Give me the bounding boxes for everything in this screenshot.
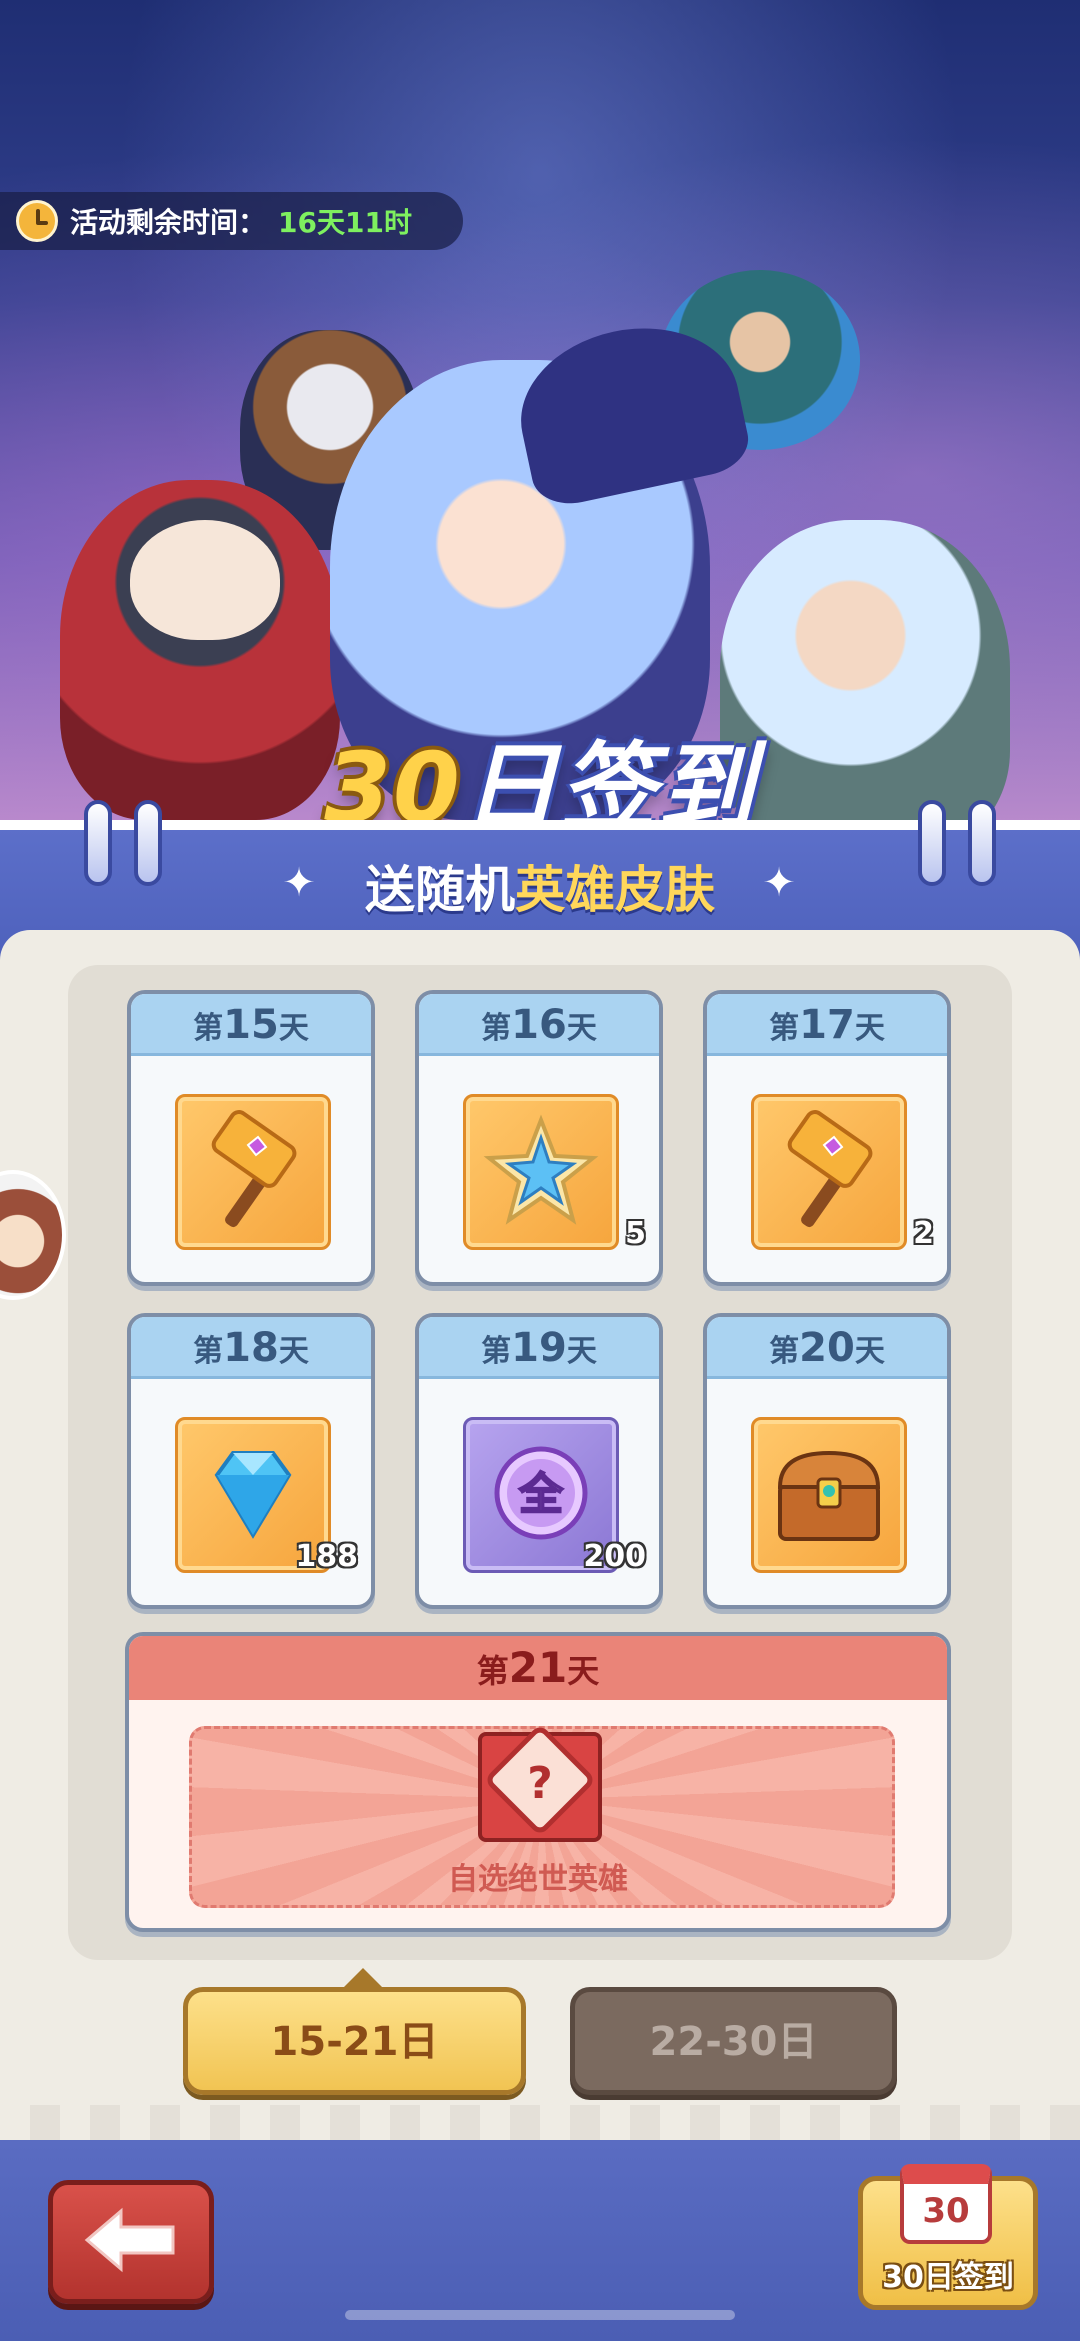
timer-value: 16天11时 xyxy=(278,206,412,239)
reward-item xyxy=(175,1094,331,1250)
reward-card-day-17[interactable]: 第17天 2 xyxy=(703,990,951,1286)
reward-card-day-15[interactable]: 第15天 xyxy=(127,990,375,1286)
panel-bottom-edge xyxy=(0,2105,1080,2145)
day-header: 第16天 xyxy=(419,994,659,1056)
timer-label: 活动剩余时间： xyxy=(70,206,267,239)
treasure-chest-icon xyxy=(754,1420,904,1570)
reward-card-day-18[interactable]: 第18天 188 xyxy=(127,1313,375,1609)
reward-count: 5 xyxy=(625,1216,646,1251)
orb-character: 全 xyxy=(518,1469,564,1520)
day21-reward-label: 自选绝世英雄 xyxy=(448,1862,628,1897)
reward-item: 2 xyxy=(751,1094,934,1251)
reward-item: 全 200 xyxy=(463,1417,646,1574)
day-header: 第19天 xyxy=(419,1317,659,1379)
reward-card-day-19[interactable]: 第19天 全 200 xyxy=(415,1313,663,1609)
subtitle-highlight: 英雄皮肤 xyxy=(515,861,715,919)
daily-signin-label: 30日签到 xyxy=(882,2260,1014,2295)
arrow-left-icon xyxy=(81,2205,181,2279)
reward-count: 188 xyxy=(295,1539,358,1574)
subtitle-text: 送随机英雄皮肤 xyxy=(0,850,1080,922)
hammer-icon xyxy=(754,1097,904,1247)
question-mark-icon: ? xyxy=(527,1758,553,1809)
reward-item: 5 xyxy=(463,1094,646,1251)
day-header: 第18天 xyxy=(131,1317,371,1379)
day-header: 第15天 xyxy=(131,994,371,1056)
reward-card-day-16[interactable]: 第16天 5 xyxy=(415,990,663,1286)
day-header: 第20天 xyxy=(707,1317,947,1379)
sparkle-icon: ✦ xyxy=(282,860,316,906)
hero-character-dog-face xyxy=(130,520,280,640)
reward-card-day-20[interactable]: 第20天 xyxy=(703,1313,951,1609)
subtitle-prefix: 送随机 xyxy=(365,861,515,919)
tab-days-15-21[interactable]: 15-21日 xyxy=(183,1968,526,2095)
day-header: 第17天 xyxy=(707,994,947,1056)
hero-banner: 活动剩余时间： 16天11时 30日签到 xyxy=(0,0,1080,860)
tab-days-22-30[interactable]: 22-30日 xyxy=(570,1987,897,2095)
home-indicator[interactable] xyxy=(345,2310,735,2320)
reward-count: 2 xyxy=(913,1216,934,1251)
day-header: 第21天 xyxy=(129,1636,947,1700)
back-button[interactable] xyxy=(48,2180,214,2304)
reward-item xyxy=(751,1417,907,1573)
calendar-icon: 30 xyxy=(900,2164,992,2244)
hammer-icon xyxy=(178,1097,328,1247)
clock-icon xyxy=(16,200,58,242)
event-timer: 活动剩余时间： 16天11时 xyxy=(0,192,463,250)
reward-count: 200 xyxy=(583,1539,646,1574)
snowflake-star-icon xyxy=(466,1097,616,1247)
sparkle-icon: ✦ xyxy=(762,860,796,906)
reward-item: 188 xyxy=(175,1417,358,1574)
